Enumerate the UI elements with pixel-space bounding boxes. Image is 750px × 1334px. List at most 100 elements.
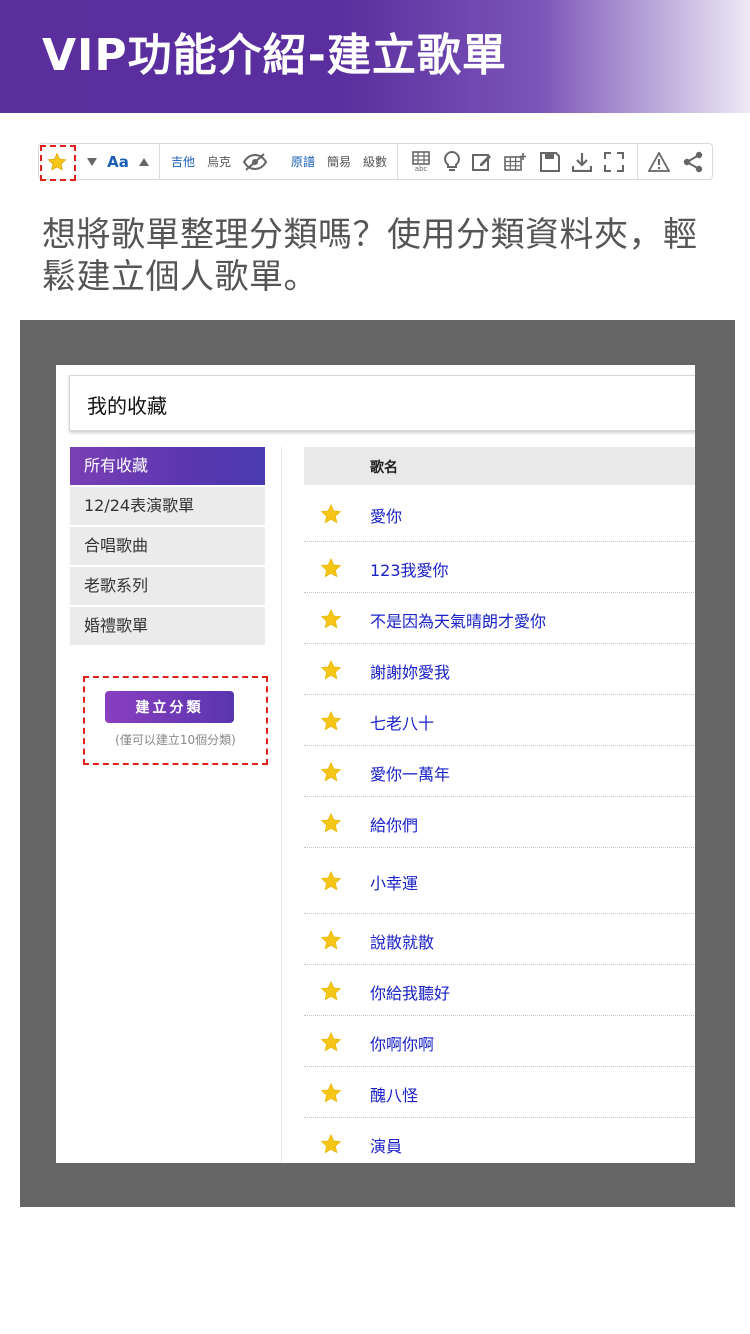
lightbulb-icon (444, 150, 460, 171)
fullscreen-icon (604, 151, 624, 172)
font-decrease-button[interactable] (83, 144, 101, 179)
original-label: 原譜 (290, 155, 315, 169)
save-icon (540, 151, 560, 172)
fullscreen-button[interactable] (601, 144, 627, 179)
share-button[interactable] (679, 144, 707, 179)
song-row: 給你們 (304, 797, 695, 848)
hide-chords-button[interactable] (239, 144, 271, 179)
chord-chart-button[interactable]: abc (407, 144, 435, 179)
song-name-link[interactable]: 七老八十 (370, 710, 434, 734)
ukulele-chord-button[interactable]: 烏克 (203, 144, 235, 179)
font-size-label: Aa (107, 152, 129, 171)
tips-button[interactable] (439, 144, 465, 179)
star-icon[interactable] (320, 1082, 342, 1104)
song-list-header: 歌名 (304, 447, 695, 485)
star-icon[interactable] (320, 659, 342, 681)
star-icon[interactable] (320, 870, 342, 892)
song-row: 你啊你啊 (304, 1016, 695, 1067)
song-name-link[interactable]: 小幸運 (370, 870, 418, 894)
star-icon[interactable] (320, 503, 342, 525)
ukulele-label: 烏克 (206, 155, 231, 169)
category-item-oldies[interactable]: 老歌系列 (70, 567, 265, 605)
song-row: 演員 (304, 1118, 695, 1163)
toolbar-divider (159, 144, 160, 179)
song-rows: 愛你 123我愛你不是因為天氣晴朗才愛你 謝謝妳愛我七老八十愛你一萬年給你們小幸運說… (304, 485, 695, 1163)
song-row: 愛你 (304, 485, 695, 542)
star-icon[interactable] (320, 1133, 342, 1155)
warning-icon (648, 151, 670, 172)
category-item-performance[interactable]: 12/24表演歌單 (70, 487, 265, 525)
edit-icon (472, 153, 491, 171)
star-icon[interactable] (320, 929, 342, 951)
song-name-link[interactable]: 謝謝妳愛我 (370, 659, 450, 683)
song-list: 歌名 愛你 123我愛你不是因為天氣晴朗才愛你 謝謝妳愛我七老八十愛你一萬年給你們小… (304, 447, 695, 1163)
star-icon[interactable] (320, 1031, 342, 1053)
grid-abc-icon (412, 150, 430, 165)
star-icon[interactable] (320, 710, 342, 732)
page-title: VIP功能介紹-建立歌單 (42, 30, 507, 81)
song-name-link[interactable]: 你啊你啊 (370, 1031, 434, 1055)
download-button[interactable] (569, 144, 595, 179)
insert-table-button[interactable] (501, 144, 529, 179)
star-icon[interactable] (320, 557, 342, 579)
song-name-link[interactable]: 醜八怪 (370, 1082, 418, 1106)
song-name-link[interactable]: 愛你 (370, 503, 402, 527)
song-name-link[interactable]: 給你們 (370, 812, 418, 836)
font-size-indicator: Aa (105, 144, 131, 179)
favorites-title: 我的收藏 (87, 394, 167, 418)
song-row: 不是因為天氣晴朗才愛你 (304, 593, 695, 644)
song-row: 說散就散 (304, 914, 695, 965)
song-name-link[interactable]: 你給我聽好 (370, 980, 450, 1004)
abc-label: abc (414, 164, 428, 173)
original-chords-button[interactable]: 原譜 (287, 144, 319, 179)
song-row: 愛你一萬年 (304, 746, 695, 797)
favorites-panel: 我的收藏 所有收藏 12/24表演歌單 合唱歌曲 老歌系列 婚禮歌單 建立分類 … (56, 365, 695, 1163)
panel-divider (281, 447, 282, 1163)
degree-label: 級數 (362, 155, 387, 169)
triangle-down-icon (87, 157, 97, 166)
song-toolbar: Aa 吉他 烏克 原譜 簡易 級數 abc (38, 143, 713, 180)
page-header: VIP功能介紹-建立歌單 (0, 0, 750, 113)
table-add-icon (504, 152, 526, 171)
share-icon (683, 151, 703, 172)
simple-chords-button[interactable]: 簡易 (323, 144, 355, 179)
download-icon (572, 152, 592, 172)
eye-slash-icon (242, 152, 268, 171)
star-icon[interactable] (320, 812, 342, 834)
degree-chords-button[interactable]: 級數 (359, 144, 391, 179)
song-row: 你給我聽好 (304, 965, 695, 1016)
font-increase-button[interactable] (135, 144, 153, 179)
simple-label: 簡易 (326, 155, 351, 169)
guitar-chord-button[interactable]: 吉他 (167, 144, 199, 179)
category-item-chorus[interactable]: 合唱歌曲 (70, 527, 265, 565)
create-category-highlight-box: 建立分類 (僅可以建立10個分類) (83, 676, 268, 765)
category-item-all[interactable]: 所有收藏 (70, 447, 265, 485)
song-name-link[interactable]: 不是因為天氣晴朗才愛你 (370, 608, 546, 632)
star-icon[interactable] (320, 761, 342, 783)
song-row: 小幸運 (304, 848, 695, 914)
guitar-label: 吉他 (170, 155, 195, 169)
save-button[interactable] (537, 144, 563, 179)
song-row: 謝謝妳愛我 (304, 644, 695, 695)
create-category-button[interactable]: 建立分類 (105, 691, 234, 723)
create-category-note: (僅可以建立10個分類) (115, 733, 236, 747)
edit-button[interactable] (469, 144, 495, 179)
song-row: 123我愛你 (304, 542, 695, 593)
favorites-title-bar: 我的收藏 (69, 375, 695, 431)
star-icon[interactable] (320, 608, 342, 630)
song-name-link[interactable]: 123我愛你 (370, 557, 449, 581)
triangle-up-icon (139, 157, 149, 166)
song-name-link[interactable]: 愛你一萬年 (370, 761, 450, 785)
toolbar-divider (397, 144, 398, 179)
intro-text: 想將歌單整理分類嗎？使用分類資料夾，輕鬆建立個人歌單。 (42, 215, 698, 297)
song-name-column-header: 歌名 (370, 460, 398, 476)
toolbar-divider (637, 144, 638, 179)
song-name-link[interactable]: 演員 (370, 1133, 402, 1157)
favorite-highlight-box (40, 145, 76, 181)
category-item-wedding[interactable]: 婚禮歌單 (70, 607, 265, 645)
report-button[interactable] (645, 144, 673, 179)
category-sidebar: 所有收藏 12/24表演歌單 合唱歌曲 老歌系列 婚禮歌單 (70, 447, 265, 647)
star-icon[interactable] (320, 980, 342, 1002)
song-name-link[interactable]: 說散就散 (370, 929, 434, 953)
song-row: 七老八十 (304, 695, 695, 746)
